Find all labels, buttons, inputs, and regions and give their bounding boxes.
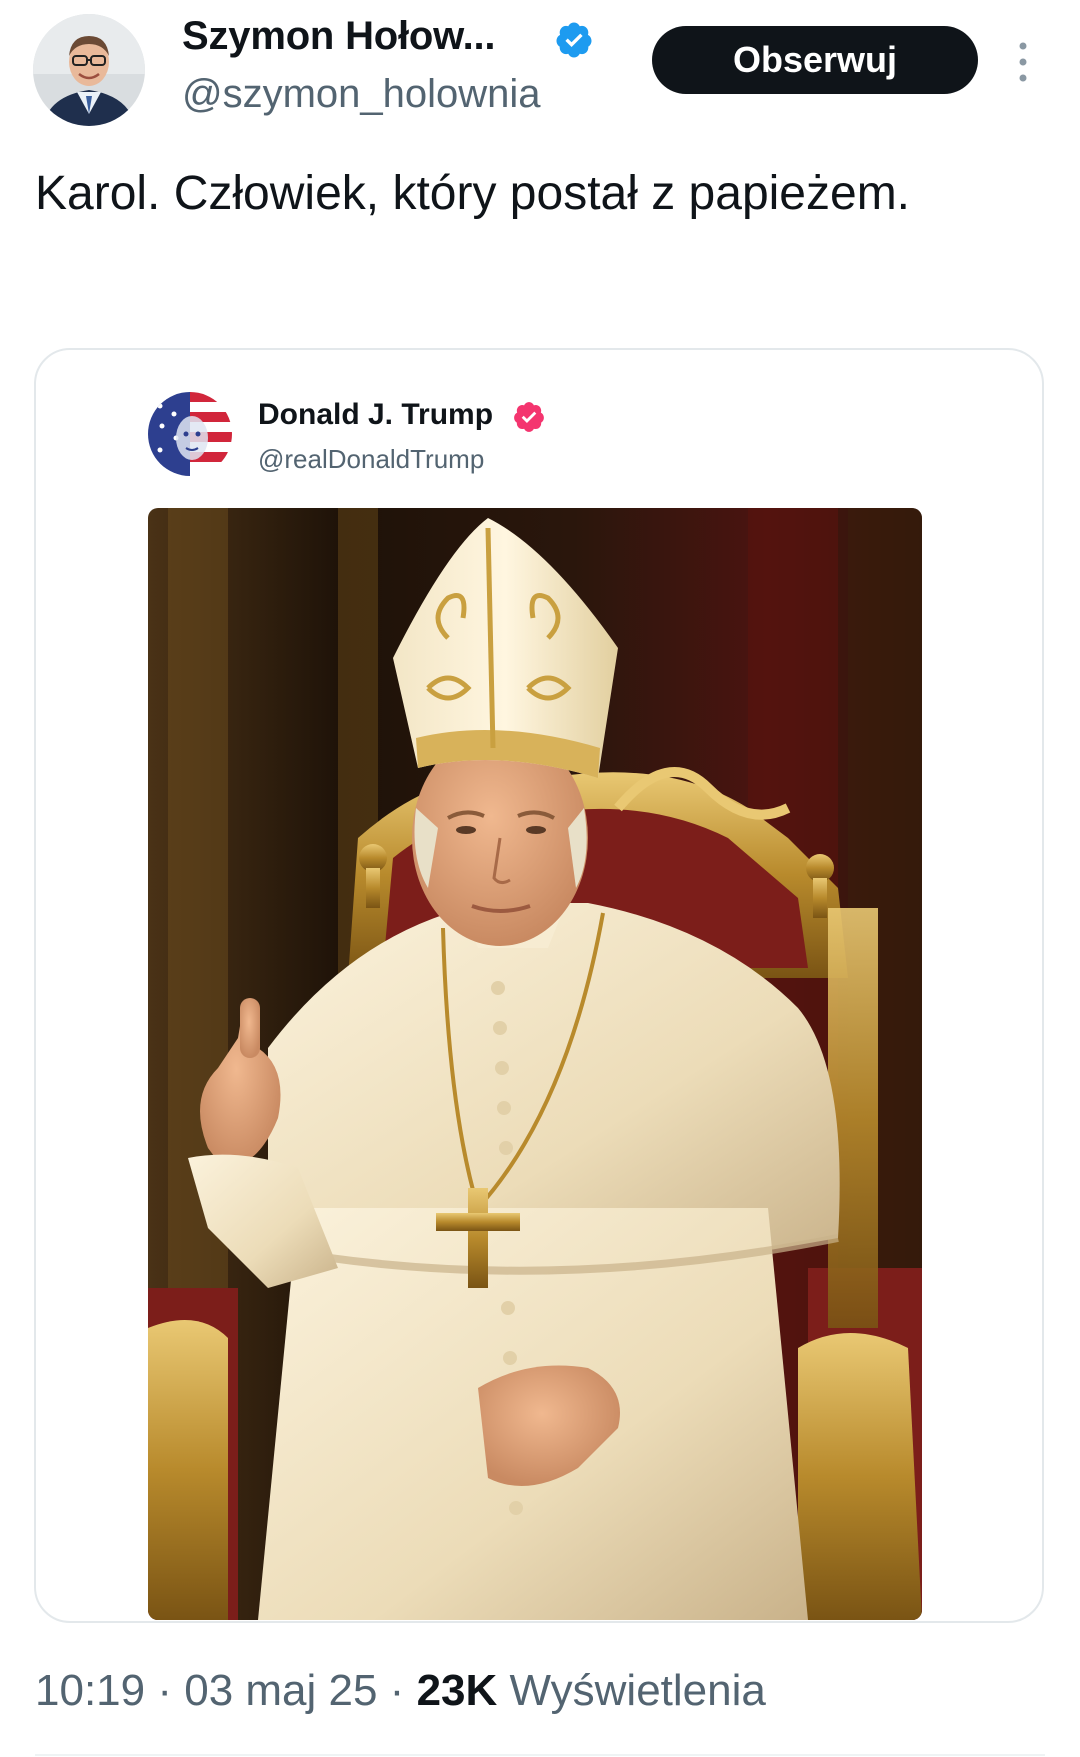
divider [35,1754,1045,1756]
author-avatar[interactable] [33,14,145,126]
views-label: Wyświetlenia [509,1666,766,1715]
follow-button[interactable]: Obserwuj [652,26,978,94]
tweet-text: Karol. Człowiek, który postał z papieżem… [35,167,911,220]
tweet-meta: 10:19 · 03 maj 25 · 23K Wyświetlenia [35,1666,766,1716]
more-vertical-icon[interactable] [1010,40,1036,84]
author-handle[interactable]: @szymon_holownia [182,72,541,117]
quoted-post-photo[interactable] [148,508,922,1620]
verified-badge-icon [556,22,592,58]
views-link[interactable]: 23K Wyświetlenia [417,1666,766,1715]
tweet-date: 03 maj 25 [184,1666,378,1715]
author-name[interactable]: Szymon Hołow... [182,14,496,59]
views-count: 23K [416,1666,498,1715]
tweet-time: 10:19 [35,1666,146,1715]
meta-separator: · [145,1666,185,1715]
embedded-media-card[interactable]: Donald J. Trump @realDonaldTrump [34,348,1044,1623]
quoted-author-name: Donald J. Trump [258,398,494,431]
tweet-timestamp[interactable]: 10:19 · 03 maj 25 [35,1666,377,1715]
quoted-author-avatar [148,392,232,476]
meta-separator: · [377,1666,417,1715]
quoted-verified-badge-icon [514,402,544,432]
quoted-author-handle: @realDonaldTrump [258,444,485,474]
